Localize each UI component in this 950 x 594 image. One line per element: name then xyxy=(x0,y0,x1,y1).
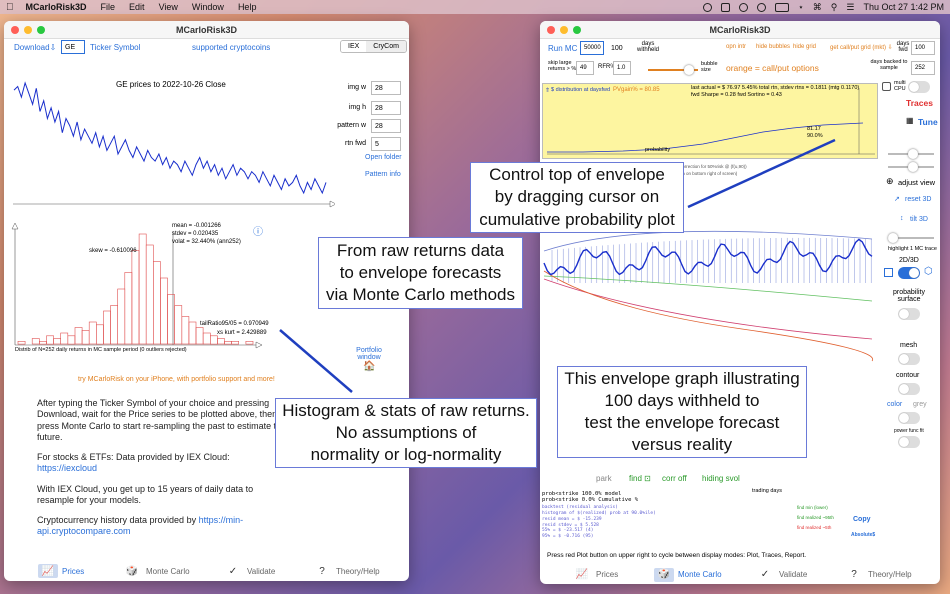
callout-3-line-3: normality or log-normality xyxy=(310,445,502,465)
callout-2-line-2: by dragging cursor on xyxy=(494,187,660,207)
callout-2-line-3: cumulative probability plot xyxy=(479,209,675,229)
callout-4-line-4: versus reality xyxy=(631,435,733,455)
callout-1-line-2: to envelope forecasts xyxy=(339,262,502,282)
callout-2-line-1: Control top of envelope xyxy=(489,165,665,185)
callout-monte-carlo: From raw returns data to envelope foreca… xyxy=(318,237,523,309)
callout-3-line-2: No assumptions of xyxy=(335,422,477,442)
callout-4-line-2: 100 days withheld to xyxy=(604,390,760,410)
callout-4-line-1: This envelope graph illustrating xyxy=(564,368,800,388)
arrow-envelope-top xyxy=(687,138,836,209)
arrow-histogram xyxy=(279,329,353,393)
callout-3-line-1: Histogram & stats of raw returns. xyxy=(282,400,530,420)
callout-envelope-cursor: Control top of envelope by dragging curs… xyxy=(470,162,684,233)
callout-histogram: Histogram & stats of raw returns. No ass… xyxy=(275,398,537,468)
callout-1-line-1: From raw returns data xyxy=(336,240,505,260)
callout-1-line-3: via Monte Carlo methods xyxy=(326,285,515,305)
callout-4-line-3: test the envelope forecast xyxy=(584,413,780,432)
callout-withheld: This envelope graph illustrating 100 day… xyxy=(557,366,807,458)
